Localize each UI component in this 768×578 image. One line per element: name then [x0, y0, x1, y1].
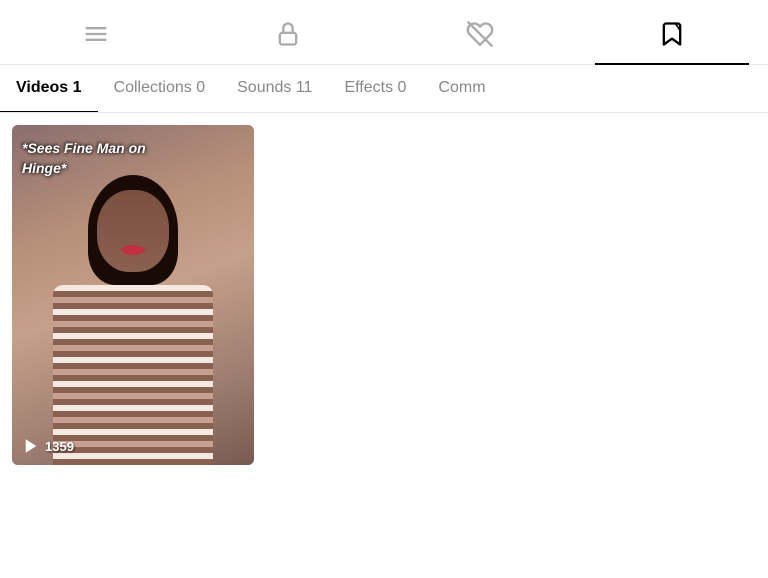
heart-slash-icon — [466, 20, 494, 48]
bookmark-icon — [658, 20, 686, 48]
video-overlay-text: *Sees Fine Man on Hinge* — [22, 139, 146, 178]
menu-nav-item[interactable] — [0, 12, 192, 56]
menu-icon — [82, 20, 110, 48]
lock-icon — [274, 20, 302, 48]
tab-collections[interactable]: Collections 0 — [98, 65, 222, 113]
tab-sounds[interactable]: Sounds 11 — [221, 65, 328, 113]
saved-nav-item[interactable] — [576, 12, 768, 56]
videos-grid: *Sees Fine Man on Hinge* 1359 — [0, 113, 768, 477]
video-footer: 1359 — [22, 437, 74, 455]
play-icon — [22, 437, 40, 455]
tab-bar: Videos 1 Collections 0 Sounds 11 Effects… — [0, 65, 768, 113]
view-count: 1359 — [45, 439, 74, 454]
lock-nav-item[interactable] — [192, 12, 384, 56]
tab-videos[interactable]: Videos 1 — [0, 65, 98, 113]
tab-comm[interactable]: Comm — [422, 65, 501, 113]
icon-nav-bar — [0, 0, 768, 65]
video-thumbnail[interactable]: *Sees Fine Man on Hinge* 1359 — [12, 125, 254, 465]
tab-effects[interactable]: Effects 0 — [328, 65, 422, 113]
likes-nav-item[interactable] — [384, 12, 576, 56]
